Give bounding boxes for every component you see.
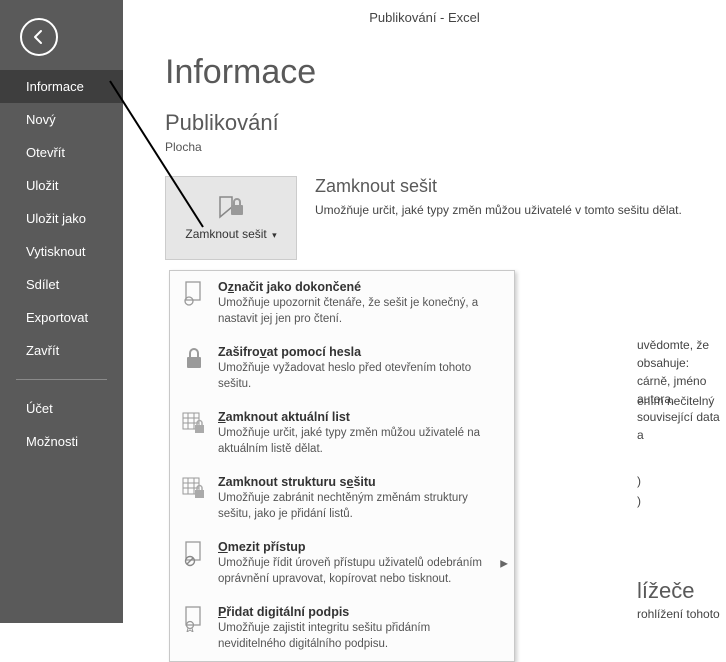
protect-button-label: Zamknout sešit <box>185 227 266 241</box>
lock-shield-icon <box>216 195 246 221</box>
sidebar-separator <box>16 379 107 380</box>
dropdown-item-digital-signature[interactable]: Přidat digitální podpis Umožňuje zajisti… <box>170 596 514 661</box>
protect-text: Umožňuje určit, jaké typy změn můžou uži… <box>315 203 682 217</box>
document-title: Publikování <box>165 110 726 136</box>
sidebar-item-label: Uložit <box>26 178 59 193</box>
bg-text-fragment: rohlížení tohoto sešitu na webu. <box>637 605 726 623</box>
page-title: Informace <box>165 53 726 92</box>
dropdown-item-desc: Umožňuje zajistit integritu sešitu přidá… <box>218 621 488 652</box>
sidebar-item-label: Sdílet <box>26 277 59 292</box>
sidebar-item-sdilet[interactable]: Sdílet <box>0 268 123 301</box>
dropdown-item-title: Zamknout strukturu sešitu <box>218 475 488 489</box>
chevron-down-icon: ▾ <box>272 230 277 240</box>
protect-heading: Zamknout sešit <box>315 176 682 197</box>
dropdown-item-encrypt[interactable]: Zašifrovat pomocí hesla Umožňuje vyžadov… <box>170 336 514 401</box>
sidebar-item-label: Exportovat <box>26 310 88 325</box>
sidebar-item-exportovat[interactable]: Exportovat <box>0 301 123 334</box>
sidebar-item-label: Zavřít <box>26 343 59 358</box>
sidebar-item-ulozit-jako[interactable]: Uložit jako <box>0 202 123 235</box>
document-restrict-icon <box>180 540 208 568</box>
dropdown-item-protect-sheet[interactable]: Zamknout aktuální list Umožňuje určit, j… <box>170 401 514 466</box>
sidebar-item-ucet[interactable]: Účet <box>0 392 123 425</box>
dropdown-item-restrict-access[interactable]: Omezit přístup Umožňuje řídit úroveň pří… <box>170 531 514 596</box>
sidebar-item-label: Vytisknout <box>26 244 86 259</box>
bg-text-fragment: uvědomte, že obsahuje: cárně, jméno auto… <box>637 336 726 444</box>
sidebar-item-label: Uložit jako <box>26 211 86 226</box>
submenu-arrow-icon: ▶ <box>500 558 508 569</box>
dropdown-item-desc: Umožňuje určit, jaké typy změn můžou uži… <box>218 426 488 457</box>
back-arrow-icon <box>30 28 48 46</box>
dropdown-item-title: Omezit přístup <box>218 540 488 554</box>
back-button[interactable] <box>20 18 58 56</box>
sidebar-item-label: Nový <box>26 112 56 127</box>
sidebar-item-zavrit[interactable]: Zavřít <box>0 334 123 367</box>
dropdown-item-mark-final[interactable]: Označit jako dokončené Umožňuje upozorni… <box>170 271 514 336</box>
dropdown-item-title: Zamknout aktuální list <box>218 410 488 424</box>
dropdown-item-protect-structure[interactable]: Zamknout strukturu sešitu Umožňuje zabrá… <box>170 466 514 531</box>
document-location: Plocha <box>165 140 726 154</box>
sidebar-item-vytisknout[interactable]: Vytisknout <box>0 235 123 268</box>
protect-description: Zamknout sešit Umožňuje určit, jaké typy… <box>315 176 682 217</box>
sidebar-item-label: Otevřít <box>26 145 65 160</box>
lock-icon <box>180 345 208 373</box>
dropdown-item-desc: Umožňuje upozornit čtenáře, že sešit je … <box>218 296 488 327</box>
dropdown-item-desc: Umožňuje zabránit nechtěným změnám struk… <box>218 491 488 522</box>
dropdown-item-title: Přidat digitální podpis <box>218 605 488 619</box>
dropdown-item-desc: Umožňuje řídit úroveň přístupu uživatelů… <box>218 556 488 587</box>
bg-text-fragment: ) <box>637 472 641 490</box>
protect-dropdown: Označit jako dokončené Umožňuje upozorni… <box>169 270 515 662</box>
grid-lock-icon <box>180 410 208 438</box>
sidebar-item-label: Účet <box>26 401 53 416</box>
sidebar-item-novy[interactable]: Nový <box>0 103 123 136</box>
sidebar-item-ulozit[interactable]: Uložit <box>0 169 123 202</box>
sidebar-item-informace[interactable]: Informace <box>0 70 123 103</box>
bg-text-fragment: lížeče <box>637 574 694 607</box>
bg-text-fragment: ením nečitelný <box>637 392 714 410</box>
backstage-sidebar: Informace Nový Otevřít Uložit Uložit jak… <box>0 0 123 623</box>
grid-lock-icon <box>180 475 208 503</box>
document-badge-icon <box>180 280 208 308</box>
app-title: Publikování - Excel <box>123 0 726 25</box>
sidebar-item-label: Možnosti <box>26 434 78 449</box>
protect-workbook-button[interactable]: Zamknout sešit ▾ <box>165 176 297 260</box>
dropdown-item-desc: Umožňuje vyžadovat heslo před otevřením … <box>218 361 488 392</box>
sidebar-item-moznosti[interactable]: Možnosti <box>0 425 123 458</box>
sidebar-item-otevrit[interactable]: Otevřít <box>0 136 123 169</box>
dropdown-item-title: Zašifrovat pomocí hesla <box>218 345 488 359</box>
dropdown-item-title: Označit jako dokončené <box>218 280 488 294</box>
bg-text-fragment: ) <box>637 492 641 510</box>
sidebar-item-label: Informace <box>26 79 84 94</box>
document-ribbon-icon <box>180 605 208 633</box>
